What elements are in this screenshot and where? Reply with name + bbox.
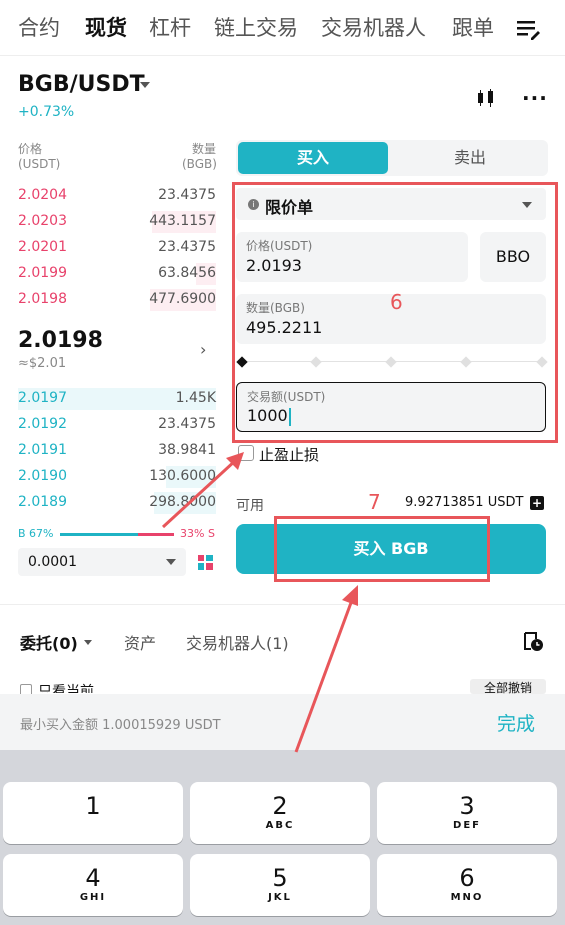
last-price: 2.0198 bbox=[18, 328, 103, 353]
tab-copy[interactable]: 跟单 bbox=[452, 12, 496, 42]
candlestick-icon[interactable] bbox=[475, 87, 497, 109]
divider bbox=[0, 604, 565, 605]
ask-row[interactable]: 2.0203 443.1157 bbox=[18, 211, 216, 233]
ask-row[interactable]: 2.0199 63.8456 bbox=[18, 263, 216, 285]
bid-row[interactable]: 2.0197 1.45K bbox=[18, 388, 216, 410]
arrow-to-form bbox=[161, 452, 244, 529]
min-buy-hint: 最小买入金额 1.00015929 USDT bbox=[20, 718, 221, 733]
bid-row[interactable]: 2.0191 38.9841 bbox=[18, 440, 216, 462]
qty-header: 数量 (BGB) bbox=[182, 142, 217, 171]
last-price-usd: ≈$2.01 bbox=[18, 356, 67, 371]
buy-ratio: B 67% bbox=[18, 527, 54, 540]
pair-symbol[interactable]: BGB/USDT bbox=[18, 72, 145, 97]
sell-ratio-bar bbox=[138, 533, 174, 536]
key-1[interactable]: 1 bbox=[3, 782, 183, 844]
ask-row[interactable]: 2.0201 23.4375 bbox=[18, 237, 216, 259]
buy-tab[interactable]: 买入 bbox=[238, 142, 388, 174]
tab-orders[interactable]: 委托(0) bbox=[20, 630, 78, 654]
key-4[interactable]: 4 GHI bbox=[3, 854, 183, 916]
tab-bots[interactable]: 交易机器人 bbox=[321, 12, 426, 42]
bid-row[interactable]: 2.0192 23.4375 bbox=[18, 414, 216, 436]
chevron-down-icon[interactable] bbox=[84, 640, 92, 645]
only-current-label: 只看当前 bbox=[38, 684, 94, 693]
sell-tab[interactable]: 卖出 bbox=[395, 142, 545, 174]
cancel-all-button[interactable]: 全部撤销 bbox=[470, 679, 546, 694]
bid-row[interactable]: 2.0190 130.6000 bbox=[18, 466, 216, 488]
precision-select[interactable]: 0.0001 bbox=[18, 548, 186, 576]
ask-row[interactable]: 2.0198 477.6900 bbox=[18, 289, 216, 311]
more-icon[interactable]: ··· bbox=[522, 88, 548, 108]
tab-spot[interactable]: 现货 bbox=[85, 12, 127, 42]
annotation-box-7 bbox=[274, 516, 490, 582]
tpsl-label: 止盈止损 bbox=[259, 446, 320, 464]
annotation-box-6 bbox=[232, 182, 558, 443]
tab-trading-bots[interactable]: 交易机器人(1) bbox=[186, 630, 289, 654]
key-2[interactable]: 2 ABC bbox=[190, 782, 370, 844]
top-nav: 合约 现货 杠杆 链上交易 交易机器人 跟单 bbox=[0, 0, 565, 56]
tab-futures[interactable]: 合约 bbox=[18, 12, 60, 42]
tab-margin[interactable]: 杠杆 bbox=[149, 12, 191, 42]
bid-row[interactable]: 2.0189 298.8000 bbox=[18, 492, 216, 514]
chevron-down-icon bbox=[166, 559, 176, 565]
numeric-keyboard: 1 2 ABC 3 DEF 4 GHI 5 JKL 6 MNO bbox=[0, 750, 565, 925]
plus-icon[interactable]: + bbox=[530, 496, 544, 510]
price-change: +0.73% bbox=[18, 104, 75, 120]
done-button[interactable]: 完成 bbox=[497, 709, 535, 736]
key-5[interactable]: 5 JKL bbox=[190, 854, 370, 916]
buy-ratio-bar bbox=[60, 533, 138, 536]
tab-assets[interactable]: 资产 bbox=[124, 630, 156, 654]
chevron-down-icon[interactable] bbox=[140, 82, 150, 88]
available-label: 可用 bbox=[236, 498, 264, 514]
order-history-icon[interactable] bbox=[522, 630, 544, 652]
key-3[interactable]: 3 DEF bbox=[377, 782, 557, 844]
depth-view-icon[interactable] bbox=[198, 555, 213, 570]
tab-onchain[interactable]: 链上交易 bbox=[214, 12, 298, 42]
annotation-step-7: 7 bbox=[368, 490, 381, 514]
key-6[interactable]: 6 MNO bbox=[377, 854, 557, 916]
sell-ratio: 33% S bbox=[180, 527, 215, 540]
ask-row[interactable]: 2.0204 23.4375 bbox=[18, 185, 216, 207]
price-header: 价格 (USDT) bbox=[18, 142, 61, 171]
chevron-right-icon[interactable]: › bbox=[200, 340, 206, 359]
tpsl-checkbox[interactable] bbox=[238, 445, 254, 461]
edit-menu-icon[interactable] bbox=[515, 16, 541, 42]
available-value: 9.92713851 USDT bbox=[405, 495, 524, 510]
